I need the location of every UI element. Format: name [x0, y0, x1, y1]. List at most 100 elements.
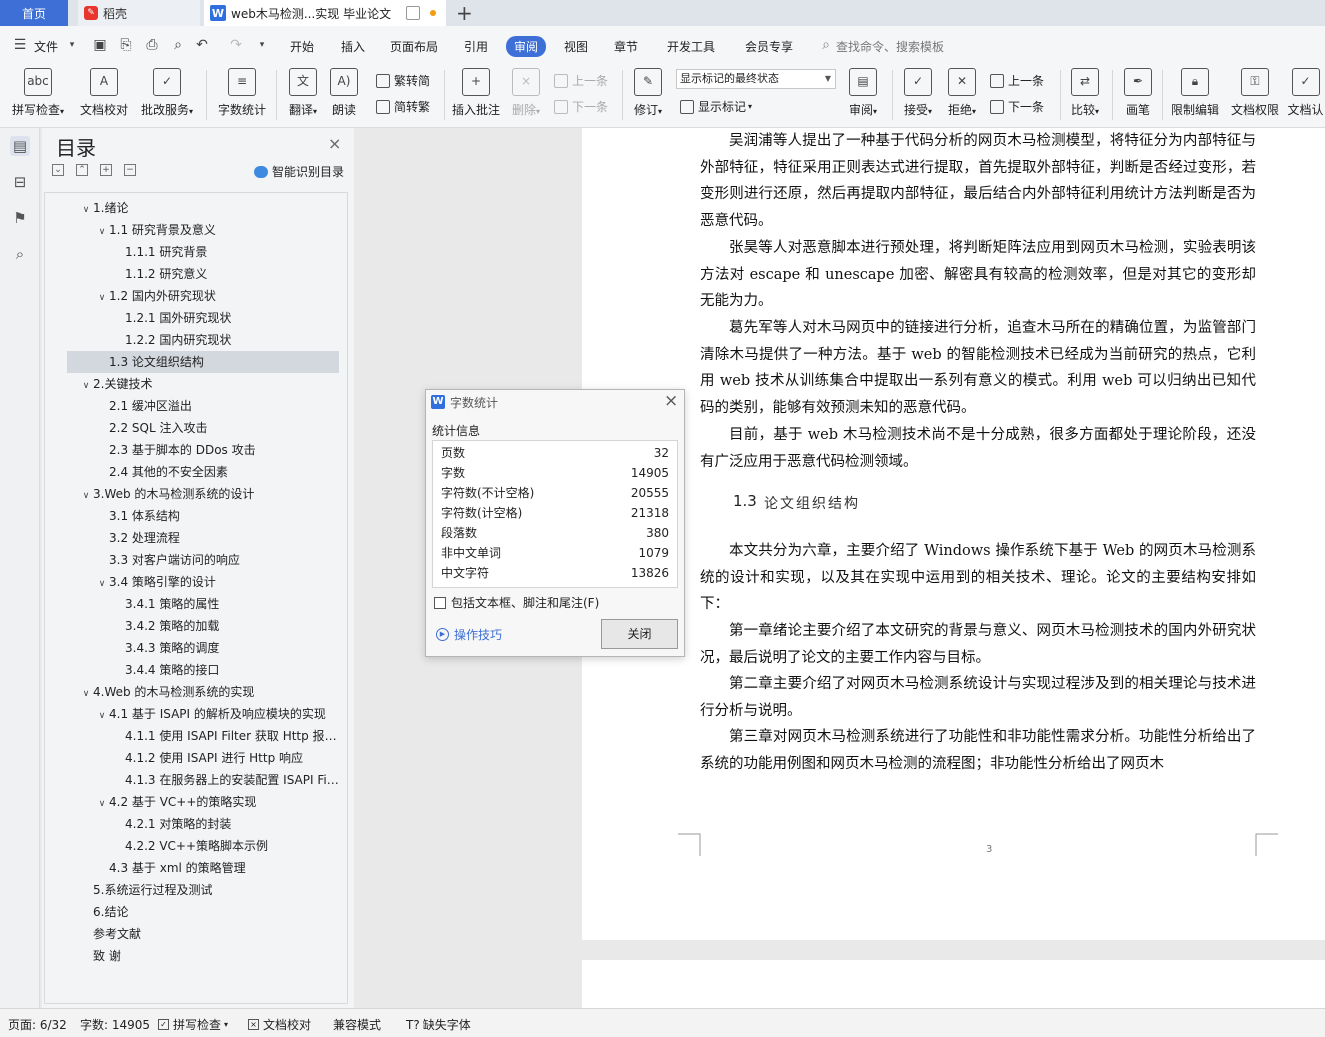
toc-item[interactable]: 4.1.2 使用 ISAPI 进行 Http 响应	[67, 747, 339, 769]
toc-item[interactable]: 3.4.4 策略的接口	[67, 659, 339, 681]
doc-proof-button[interactable]: A 文档校对	[76, 68, 132, 118]
expand-chevron-icon[interactable]: ∨	[79, 375, 93, 395]
toc-item[interactable]: 致 谢	[67, 945, 339, 967]
add-heading-icon[interactable]: +	[100, 164, 112, 176]
toc-panel-icon[interactable]: ▤	[10, 136, 30, 156]
print-icon[interactable]: ⎙	[144, 37, 160, 53]
toc-item[interactable]: ∨ 1.2 国内外研究现状	[67, 285, 339, 307]
toc-item[interactable]: 1.2.2 国内研究现状	[67, 329, 339, 351]
menu-reference[interactable]: 引用	[464, 38, 488, 55]
toc-item[interactable]: 4.2.2 VC++策略脚本示例	[67, 835, 339, 857]
expand-chevron-icon[interactable]: ∨	[95, 705, 109, 725]
toc-item[interactable]: 3.4.3 策略的调度	[67, 637, 339, 659]
expand-up-icon[interactable]: ⌃	[76, 164, 88, 176]
new-tab-plus-icon[interactable]: +	[456, 2, 473, 24]
menu-developer[interactable]: 开发工具	[667, 38, 715, 55]
tab-home[interactable]: 首页	[0, 0, 68, 26]
menu-view[interactable]: 视图	[564, 38, 588, 55]
remove-heading-icon[interactable]: −	[124, 164, 136, 176]
toc-item[interactable]: 6.结论	[67, 901, 339, 923]
expand-chevron-icon[interactable]: ∨	[95, 287, 109, 307]
toc-item[interactable]: ∨ 4.Web 的木马检测系统的实现	[67, 681, 339, 703]
tips-link[interactable]: ▶ 操作技巧	[436, 626, 502, 643]
include-textbox-checkbox[interactable]: 包括文本框、脚注和尾注(F)	[434, 594, 599, 611]
compat-mode-status[interactable]: 兼容模式	[333, 1016, 381, 1033]
menu-start[interactable]: 开始	[290, 38, 314, 55]
save-icon[interactable]: ▣	[92, 37, 108, 53]
pen-button[interactable]: ✒ 画笔	[1120, 68, 1156, 118]
spellcheck-button[interactable]: abc 拼写检查▾	[8, 68, 68, 118]
export-pdf-icon[interactable]: ⎘	[118, 37, 134, 53]
menu-chapter[interactable]: 章节	[614, 38, 638, 55]
toc-item[interactable]: 3.1 体系结构	[67, 505, 339, 527]
close-button[interactable]: 关闭	[601, 619, 678, 649]
toc-item[interactable]: 5.系统运行过程及测试	[67, 879, 339, 901]
expand-chevron-icon[interactable]: ∨	[95, 221, 109, 241]
toc-item[interactable]: ∨ 1.1 研究背景及意义	[67, 219, 339, 241]
read-aloud-button[interactable]: A) 朗读	[328, 68, 360, 118]
toc-item[interactable]: 1.3 论文组织结构	[67, 351, 339, 373]
toc-item[interactable]: 2.4 其他的不安全因素	[67, 461, 339, 483]
checkbox-box[interactable]	[434, 596, 446, 609]
menu-review[interactable]: 审阅	[506, 36, 547, 57]
menu-page-layout[interactable]: 页面布局	[390, 38, 438, 55]
expand-chevron-icon[interactable]: ∨	[79, 683, 93, 703]
toc-item[interactable]: 2.3 基于脚本的 DDos 攻击	[67, 439, 339, 461]
collapse-all-icon[interactable]: ⌄	[52, 164, 64, 176]
toc-item[interactable]: 1.1.1 研究背景	[67, 241, 339, 263]
toc-item[interactable]: 3.4.2 策略的加载	[67, 615, 339, 637]
revise-button[interactable]: ✎ 修订▾	[628, 68, 668, 118]
redo-icon[interactable]: ↷	[228, 37, 244, 53]
expand-chevron-icon[interactable]: ∨	[95, 573, 109, 593]
doc-proof-status[interactable]: × 文档校对	[248, 1016, 311, 1033]
show-markup-button[interactable]: 显示标记 ▾	[680, 98, 752, 115]
toc-item[interactable]: 4.2.1 对策略的封装	[67, 813, 339, 835]
batch-service-button[interactable]: ✓ 批改服务▾	[136, 68, 198, 118]
word-count-button[interactable]: ≡ 字数统计	[214, 68, 270, 118]
toc-item[interactable]: 参考文献	[67, 923, 339, 945]
toc-item[interactable]: 3.3 对客户端访问的响应	[67, 549, 339, 571]
translate-button[interactable]: 文翻译▾	[284, 68, 322, 118]
close-icon[interactable]: ×	[328, 134, 341, 153]
toc-item[interactable]: ∨ 4.1 基于 ISAPI 的解析及响应模块的实现	[67, 703, 339, 725]
tab-daoke[interactable]: ✎ 稻壳	[78, 0, 200, 26]
toc-item[interactable]: 2.1 缓冲区溢出	[67, 395, 339, 417]
toc-item[interactable]: 3.2 处理流程	[67, 527, 339, 549]
menu-insert[interactable]: 插入	[341, 38, 365, 55]
search-icon[interactable]: ⌕	[10, 244, 30, 264]
command-search-input[interactable]: 查找命令、搜索模板	[836, 38, 944, 55]
toc-item[interactable]: 4.1.1 使用 ISAPI Filter 获取 Http 报文信...	[67, 725, 339, 747]
delete-comment-button[interactable]: × 删除▾	[508, 68, 544, 118]
accept-button[interactable]: ✓ 接受▾	[900, 68, 936, 118]
toc-item[interactable]: 1.2.1 国外研究现状	[67, 307, 339, 329]
print-preview-icon[interactable]: ⌕	[170, 37, 186, 53]
prev-comment-button[interactable]: 上一条	[554, 72, 608, 89]
undo-icon[interactable]: ↶	[194, 37, 210, 53]
doc-cert-button[interactable]: ✓ 文档认	[1286, 68, 1325, 118]
navigation-window-icon[interactable]: ⊟	[10, 172, 30, 192]
prev-revision-button[interactable]: 上一条	[990, 72, 1044, 89]
spellcheck-status[interactable]: ✓ 拼写检查 ▾	[158, 1016, 228, 1033]
toc-item[interactable]: ∨ 4.2 基于 VC++的策略实现	[67, 791, 339, 813]
menu-file[interactable]: 文件	[34, 38, 58, 55]
doc-permission-button[interactable]: ⚿ 文档权限	[1228, 68, 1282, 118]
expand-chevron-icon[interactable]: ∨	[95, 793, 109, 813]
insert-comment-button[interactable]: + 插入批注	[450, 68, 502, 118]
next-revision-button[interactable]: 下一条	[990, 98, 1044, 115]
toc-item[interactable]: 2.2 SQL 注入攻击	[67, 417, 339, 439]
screen-icon[interactable]	[406, 6, 420, 20]
toc-item[interactable]: ∨ 1.绪论	[67, 197, 339, 219]
to-simplified-button[interactable]: 简转繁	[376, 98, 430, 115]
page-indicator[interactable]: 页面: 6/32	[8, 1016, 67, 1033]
word-count-indicator[interactable]: 字数: 14905	[80, 1016, 150, 1033]
next-comment-button[interactable]: 下一条	[554, 98, 608, 115]
toc-item[interactable]: ∨ 2.关键技术	[67, 373, 339, 395]
bookmark-icon[interactable]: ⚑	[10, 208, 30, 228]
quick-access-dropdown-icon[interactable]: ▾	[254, 37, 270, 53]
restrict-edit-button[interactable]: 🔒︎ 限制编辑	[1168, 68, 1222, 118]
expand-chevron-icon[interactable]: ∨	[79, 485, 93, 505]
review-pane-button[interactable]: ▤ 审阅▾	[844, 68, 882, 118]
to-traditional-button[interactable]: 繁转简	[376, 72, 430, 89]
toc-item[interactable]: 4.3 基于 xml 的策略管理	[67, 857, 339, 879]
toc-item[interactable]: 3.4.1 策略的属性	[67, 593, 339, 615]
